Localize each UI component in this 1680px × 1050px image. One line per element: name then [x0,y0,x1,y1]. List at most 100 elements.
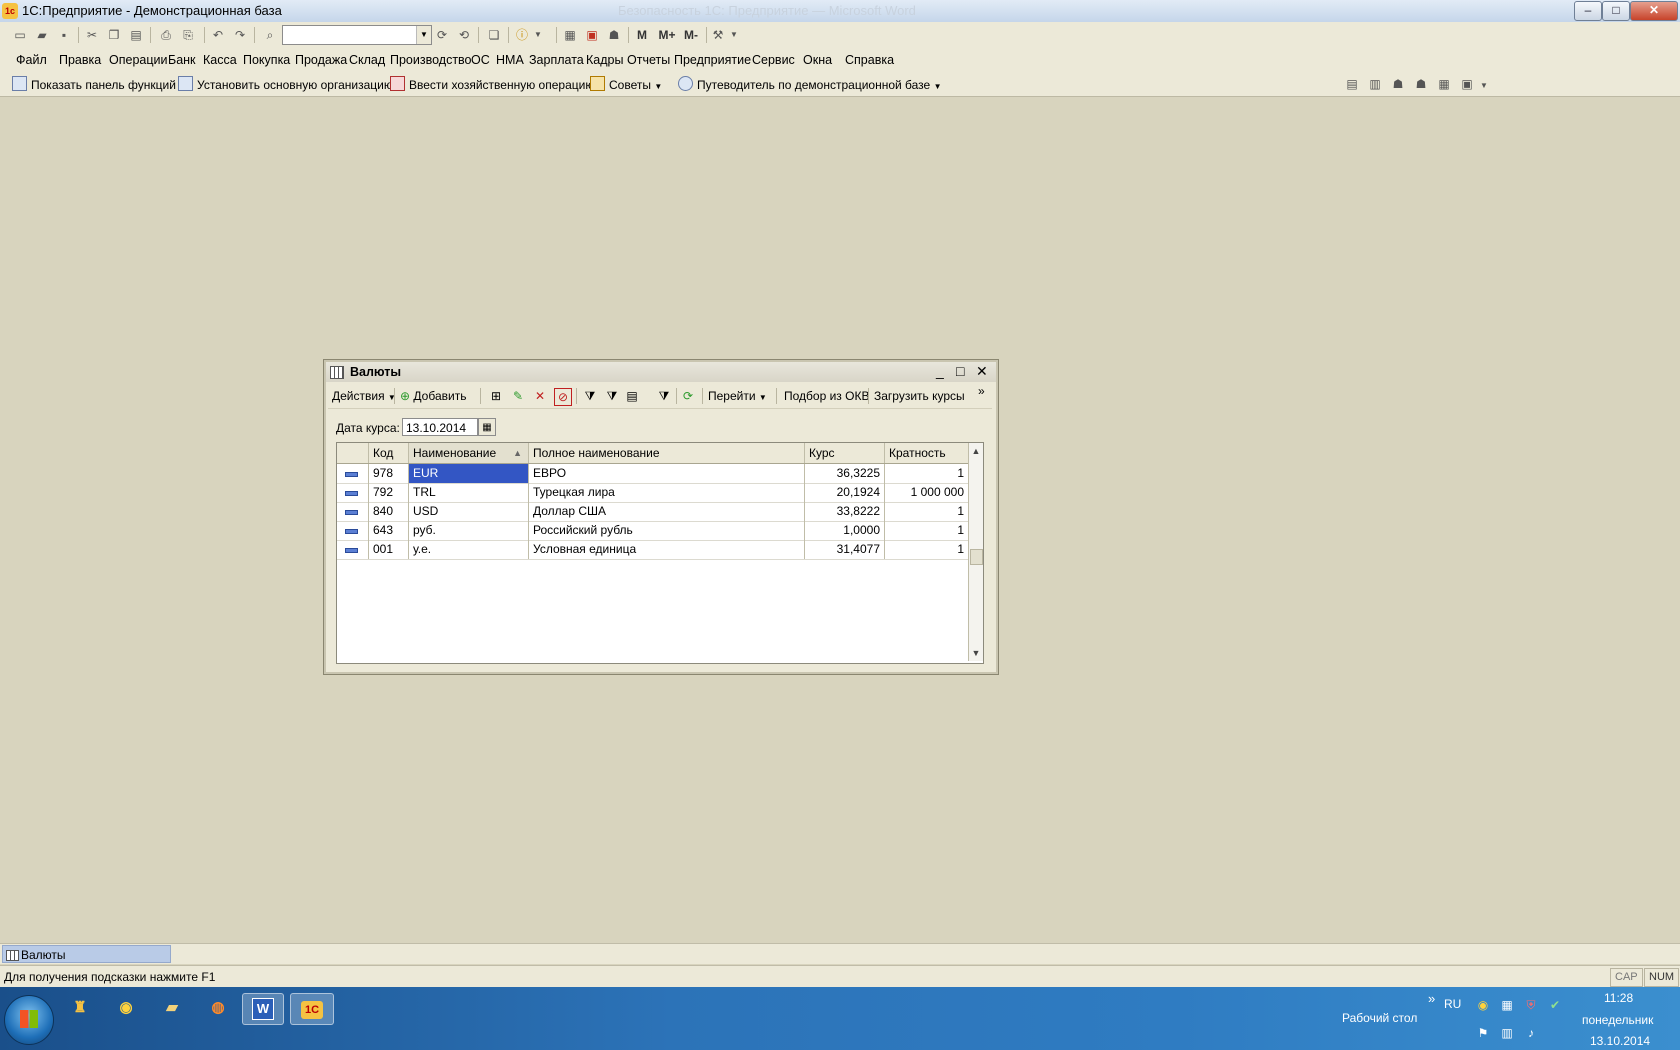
start-button[interactable] [4,995,54,1045]
new-document-icon[interactable]: ▭ [12,27,28,43]
paste-icon[interactable]: ▤ [128,27,144,43]
app-tray-icon[interactable]: ▦ [1499,997,1515,1013]
minimize-button[interactable]: – [1574,1,1602,21]
chevron-down-icon[interactable]: ▼ [416,26,431,44]
maximize-icon[interactable]: □ [956,364,964,378]
calendar-icon[interactable]: ▦ [478,418,496,436]
copy-row-icon[interactable]: ⊞ [488,388,504,404]
currencies-window-titlebar[interactable]: Валюты _ □ ✕ [326,362,996,382]
edit-icon[interactable]: ✎ [510,388,526,404]
print-preview-icon[interactable]: ⎘ [180,27,196,43]
shield-icon[interactable]: ⛨ [1523,997,1539,1013]
menu-item-salary[interactable]: Зарплата [529,53,584,67]
calendar-icon[interactable]: ▣ [584,27,600,43]
toolbar-expand-icon[interactable]: » [1428,991,1435,1006]
redo-icon[interactable]: ↷ [232,27,248,43]
menu-item-operations[interactable]: Операции [109,53,167,67]
undo-icon[interactable]: ↶ [210,27,226,43]
calculator-icon[interactable]: ▦ [562,27,578,43]
actions-menu-button[interactable]: Действия ▼ [332,389,396,403]
menu-item-warehouse[interactable]: Склад [349,53,385,67]
menu-item-purchase[interactable]: Покупка [243,53,290,67]
menu-item-intangibles[interactable]: НМА [496,53,524,67]
show-function-panel-button[interactable]: Показать панель функций [12,76,176,92]
chrome-icon[interactable]: ◉ [106,993,146,1023]
menu-item-edit[interactable]: Правка [59,53,101,67]
filter-history-icon[interactable]: ▤ [624,388,640,404]
language-indicator[interactable]: RU [1444,997,1461,1011]
mark-deletion-icon[interactable]: ⊘ [554,388,572,406]
header-name[interactable]: Наименование ▲ [409,443,529,463]
menu-item-cash[interactable]: Касса [203,53,237,67]
settings-icon[interactable]: ▣ [1459,76,1475,92]
onec-app-button[interactable]: 1С [290,993,334,1025]
menu-item-windows[interactable]: Окна [803,53,832,67]
users-icon[interactable]: ☗ [1390,76,1406,92]
search-icon[interactable]: ⌕ [262,27,278,43]
demo-guide-button[interactable]: Путеводитель по демонстрационной базе ▼ [678,76,941,92]
menu-item-production[interactable]: Производство [390,53,472,67]
security-icon[interactable]: ✔ [1547,997,1563,1013]
scroll-down-icon[interactable]: ▼ [969,645,983,661]
filter-value-icon[interactable]: ⧩ [604,388,620,404]
tools-icon[interactable]: ⚒ [710,27,726,43]
cell-name[interactable]: EUR [409,464,529,483]
copy-icon[interactable]: ❐ [106,27,122,43]
more-commands-icon[interactable]: » [978,384,985,398]
menu-item-service[interactable]: Сервис [752,53,795,67]
header-full-name[interactable]: Полное наименование [529,443,805,463]
header-rate[interactable]: Курс [805,443,885,463]
find-next-icon[interactable]: ⟳ [434,27,450,43]
table-scrollbar[interactable]: ▲ ▼ [968,443,983,661]
firefox-icon[interactable]: ◍ [198,993,238,1023]
desktop-toolbar-label[interactable]: Рабочий стол [1342,1011,1417,1025]
memory-m-minus-button[interactable]: M- [680,27,702,43]
windows-icon[interactable]: ❏ [486,27,502,43]
minimize-icon[interactable]: _ [936,364,944,378]
open-folder-icon[interactable]: ▰ [34,27,50,43]
clock-time[interactable]: 11:28 [1604,991,1633,1005]
panel-icon[interactable]: ▦ [1436,76,1452,92]
set-main-organization-button[interactable]: Установить основную организацию [178,76,393,92]
refresh-icon[interactable]: ⟳ [680,388,696,404]
table-row[interactable]: 840 USD Доллар США 33,8222 1 [337,502,969,522]
print-icon[interactable]: ⎙ [158,27,174,43]
menu-item-file[interactable]: Файл [16,53,47,67]
flag-icon[interactable]: ⚑ [1475,1025,1491,1041]
delete-icon[interactable]: ✕ [532,388,548,404]
users-icon[interactable]: ☗ [606,27,622,43]
goto-button[interactable]: Перейти ▼ [708,389,767,403]
taskbar-app-icon[interactable]: ♜ [60,993,100,1023]
find-previous-icon[interactable]: ⟲ [456,27,472,43]
tips-button[interactable]: Советы ▼ [590,76,662,92]
select-from-okv-button[interactable]: Подбор из ОКВ [784,389,869,403]
chevron-down-icon[interactable]: ▼ [1476,78,1492,94]
add-button[interactable]: ⊕ Добавить [400,389,466,403]
menu-item-reports[interactable]: Отчеты [627,53,670,67]
volume-icon[interactable]: ♪ [1523,1025,1539,1041]
menu-item-fixed-assets[interactable]: ОС [471,53,490,67]
panel-icon[interactable]: ▤ [1344,76,1360,92]
explorer-folder-icon[interactable]: ▰ [152,993,192,1023]
chrome-tray-icon[interactable]: ◉ [1475,997,1491,1013]
table-row[interactable]: 001 у.е. Условная единица 31,4077 1 [337,540,969,560]
enter-operation-button[interactable]: Ввести хозяйственную операцию [390,76,594,92]
close-icon[interactable]: ✕ [976,364,988,378]
filter-icon[interactable]: ⧩ [582,388,598,404]
clock-weekday[interactable]: понедельник [1582,1013,1653,1027]
info-icon[interactable]: ⓘ [514,27,530,43]
search-combobox[interactable]: ▼ [282,25,432,45]
load-rates-button[interactable]: Загрузить курсы [874,389,965,403]
table-row[interactable]: 643 руб. Российский рубль 1,0000 1 [337,521,969,541]
word-app-button[interactable]: W [242,993,284,1025]
menu-item-bank[interactable]: Банк [168,53,196,67]
network-icon[interactable]: ▥ [1499,1025,1515,1041]
scroll-up-icon[interactable]: ▲ [969,443,983,459]
chevron-down-icon[interactable]: ▼ [530,27,546,43]
header-code[interactable]: Код [369,443,409,463]
maximize-button[interactable]: □ [1602,1,1630,21]
memory-m-button[interactable]: M [634,27,650,43]
close-button[interactable]: ✕ [1630,1,1678,21]
table-row[interactable]: 978 EUR ЕВРО 36,3225 1 [337,464,969,484]
clock-date[interactable]: 13.10.2014 [1590,1034,1650,1048]
